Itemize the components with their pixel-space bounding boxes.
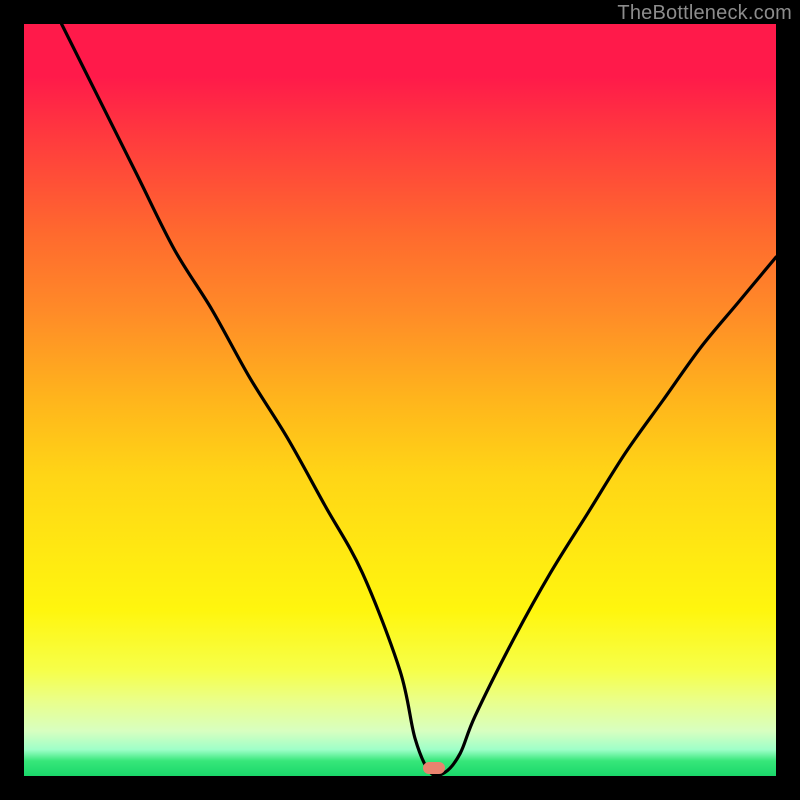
curve-path [62, 24, 776, 776]
bottleneck-curve [24, 24, 776, 776]
watermark-text: TheBottleneck.com [617, 2, 792, 25]
optimal-point-marker [423, 762, 445, 774]
plot-area [24, 24, 776, 776]
chart-stage: TheBottleneck.com [0, 0, 800, 800]
